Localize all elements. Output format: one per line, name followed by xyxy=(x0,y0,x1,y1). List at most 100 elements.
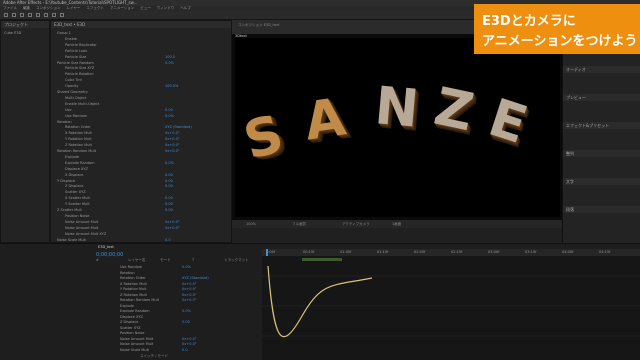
timeline-row[interactable]: Explode Random 0.0% xyxy=(120,309,260,314)
timeline-row[interactable]: Noise Amount Mult 0x+0.0° xyxy=(120,337,260,342)
pen-tool-icon[interactable] xyxy=(52,13,56,17)
timeline-row-value[interactable]: 0.0% xyxy=(182,309,191,314)
effect-row[interactable]: Z Scatter Mult 0.00 xyxy=(57,208,227,213)
effect-row[interactable]: Particle Size 100.0 xyxy=(57,55,227,60)
camera-tool-icon[interactable] xyxy=(44,13,48,17)
effect-row[interactable]: X Rotation Mult 0x+0.0° xyxy=(57,131,227,136)
effect-value[interactable]: XYZ (Standard) xyxy=(165,125,192,130)
effect-row[interactable]: Noise Amount Mult XYZ xyxy=(57,232,227,237)
comp-canvas[interactable]: SANZE xyxy=(235,38,560,217)
effect-row[interactable]: Group 1 xyxy=(57,31,227,36)
timeline-row-value[interactable]: XYZ (Standard) xyxy=(182,276,209,281)
effect-row[interactable]: Rotation Random Mult 0x+0.0° xyxy=(57,149,227,154)
effect-row[interactable]: Particle Size XYZ xyxy=(57,66,227,71)
effect-value[interactable]: 0.00 xyxy=(165,202,173,207)
effect-row[interactable]: Displace XYZ xyxy=(57,167,227,172)
timeline-row-value[interactable]: 0x+0.0° xyxy=(182,298,197,303)
timeline-row[interactable]: Displace XYZ xyxy=(120,315,260,320)
timeline-tab[interactable]: E3D_text xyxy=(98,245,114,249)
effect-row[interactable]: Z Displace 0.00 xyxy=(57,184,227,189)
effect-row[interactable]: Particle Rotation xyxy=(57,72,227,77)
menu-item[interactable]: ウィンドウ xyxy=(157,6,175,10)
effect-row[interactable]: Explode Random 0.0% xyxy=(57,161,227,166)
time-ruler[interactable]: 0:00f 00:15f 01:00f 01:15f 02:00f 02:15f 03:00… xyxy=(262,249,640,256)
effect-value[interactable]: 0.0% xyxy=(165,61,174,66)
effect-row[interactable]: Use Random 0.0% xyxy=(57,114,227,119)
effect-value[interactable]: 0.00 xyxy=(165,196,173,201)
resolution-select[interactable]: フル画質 xyxy=(292,222,306,227)
timeline-row[interactable]: Rotation Random Mult 0x+0.0° xyxy=(120,298,260,303)
timeline-row[interactable]: Z Displace 0.00 xyxy=(120,320,260,325)
menu-item[interactable]: ファイル xyxy=(3,6,17,10)
right-section-header[interactable]: 段落 xyxy=(563,206,640,213)
effect-row[interactable]: X Displace 0.00 xyxy=(57,173,227,178)
effect-row[interactable]: Rotation Order XYZ (Standard) xyxy=(57,125,227,130)
effect-row[interactable]: Y Displace 0.00 xyxy=(57,179,227,184)
menu-item[interactable]: ヘルプ xyxy=(180,6,191,10)
timeline-row[interactable]: Rotation xyxy=(120,271,260,276)
effect-row[interactable]: Rotation xyxy=(57,120,227,125)
timeline-row[interactable]: X Rotation Mult 0x+0.0° xyxy=(120,282,260,287)
timeline-row[interactable]: Explode xyxy=(120,304,260,309)
menu-item[interactable]: ビュー xyxy=(140,6,151,10)
project-item[interactable]: Cube E3D xyxy=(4,31,21,36)
timeline-row[interactable]: Position Noise xyxy=(120,331,260,336)
effect-row[interactable]: Particle Size Random 0.0% xyxy=(57,61,227,66)
effect-value[interactable]: 0.00 xyxy=(165,208,173,213)
timeline-row[interactable]: Use Random 0.0% xyxy=(120,265,260,270)
effect-row[interactable]: Shared Geometry xyxy=(57,90,227,95)
effect-value[interactable]: 0.00 xyxy=(165,173,173,178)
timeline-row[interactable]: Noise Amount Mult 0x+0.0° xyxy=(120,342,260,347)
effect-value[interactable]: 100.0% xyxy=(165,84,178,89)
right-section-header[interactable]: オーディオ xyxy=(563,66,640,73)
home-icon[interactable] xyxy=(4,13,8,17)
effect-value[interactable]: 0.0 xyxy=(165,238,171,243)
effect-row[interactable]: Position Noise xyxy=(57,214,227,219)
right-section-header[interactable]: プレビュー xyxy=(563,94,640,101)
timeline-row-value[interactable]: 0x+0.0° xyxy=(182,282,197,287)
menu-item[interactable]: レイヤー xyxy=(67,6,81,10)
effect-row[interactable]: Opacity 100.0% xyxy=(57,84,227,89)
effect-value[interactable]: 0.0% xyxy=(165,114,174,119)
effect-row[interactable]: Particle Look xyxy=(57,49,227,54)
zoom-select[interactable]: 100% xyxy=(246,222,256,226)
timeline-row[interactable]: Rotation Order XYZ (Standard) xyxy=(120,276,260,281)
effect-value[interactable]: 100.0 xyxy=(165,55,175,60)
timeline-row-value[interactable]: 0.0% xyxy=(182,265,191,270)
effect-row[interactable]: Color Tint xyxy=(57,78,227,83)
menu-item[interactable]: コンポジション xyxy=(36,6,61,10)
effect-value[interactable]: 0x+0.0° xyxy=(165,149,180,154)
timeline-row[interactable]: Noise Scale Mult 0.0 xyxy=(120,348,260,353)
timeline-row-value[interactable]: 0.0 xyxy=(182,348,188,353)
timeline-row[interactable]: Scatter XYZ xyxy=(120,326,260,331)
zoom-tool-icon[interactable] xyxy=(28,13,32,17)
effect-value[interactable]: 0.00 xyxy=(165,108,173,113)
graph-editor[interactable] xyxy=(262,256,640,360)
timeline-row[interactable]: Y Rotation Mult 0x+0.0° xyxy=(120,287,260,292)
effect-row[interactable]: Y Scatter Mult 0.00 xyxy=(57,202,227,207)
effect-value[interactable]: 0x+0.0° xyxy=(165,143,180,148)
effect-row[interactable]: Explode xyxy=(57,155,227,160)
menu-item[interactable]: エフェクト xyxy=(86,6,104,10)
effect-row[interactable]: X Scatter Mult 0.00 xyxy=(57,196,227,201)
effect-row[interactable]: Use 0.00 xyxy=(57,108,227,113)
effect-value[interactable]: 0x+0.0° xyxy=(165,226,180,231)
effect-row[interactable]: Noise Amount Mult 0x+0.0° xyxy=(57,226,227,231)
selection-tool-icon[interactable] xyxy=(12,13,16,17)
effect-value[interactable]: 0.00 xyxy=(165,184,173,189)
rotate-tool-icon[interactable] xyxy=(36,13,40,17)
menu-item[interactable]: 編集 xyxy=(23,6,30,10)
effect-row[interactable]: Noise Amount Mult 0x+0.0° xyxy=(57,220,227,225)
effect-row[interactable]: Multi-Object xyxy=(57,96,227,101)
timeline-row-value[interactable]: 0x+0.0° xyxy=(182,337,197,342)
effect-value[interactable]: 0x+0.0° xyxy=(165,137,180,142)
text-tool-icon[interactable] xyxy=(60,13,64,17)
menu-item[interactable]: アニメーション xyxy=(110,6,134,10)
effect-value[interactable]: 0x+0.0° xyxy=(165,220,180,225)
timeline-row-value[interactable]: 0x+0.0° xyxy=(182,293,197,298)
right-section-header[interactable]: 文字 xyxy=(563,178,640,185)
right-section-header[interactable]: エフェクト&プリセット xyxy=(563,122,640,129)
timeline-row-value[interactable]: 0x+0.0° xyxy=(182,342,197,347)
switches-modes-toggle[interactable]: スイッチ / モード xyxy=(140,354,168,359)
effect-row[interactable]: Enable xyxy=(57,37,227,42)
